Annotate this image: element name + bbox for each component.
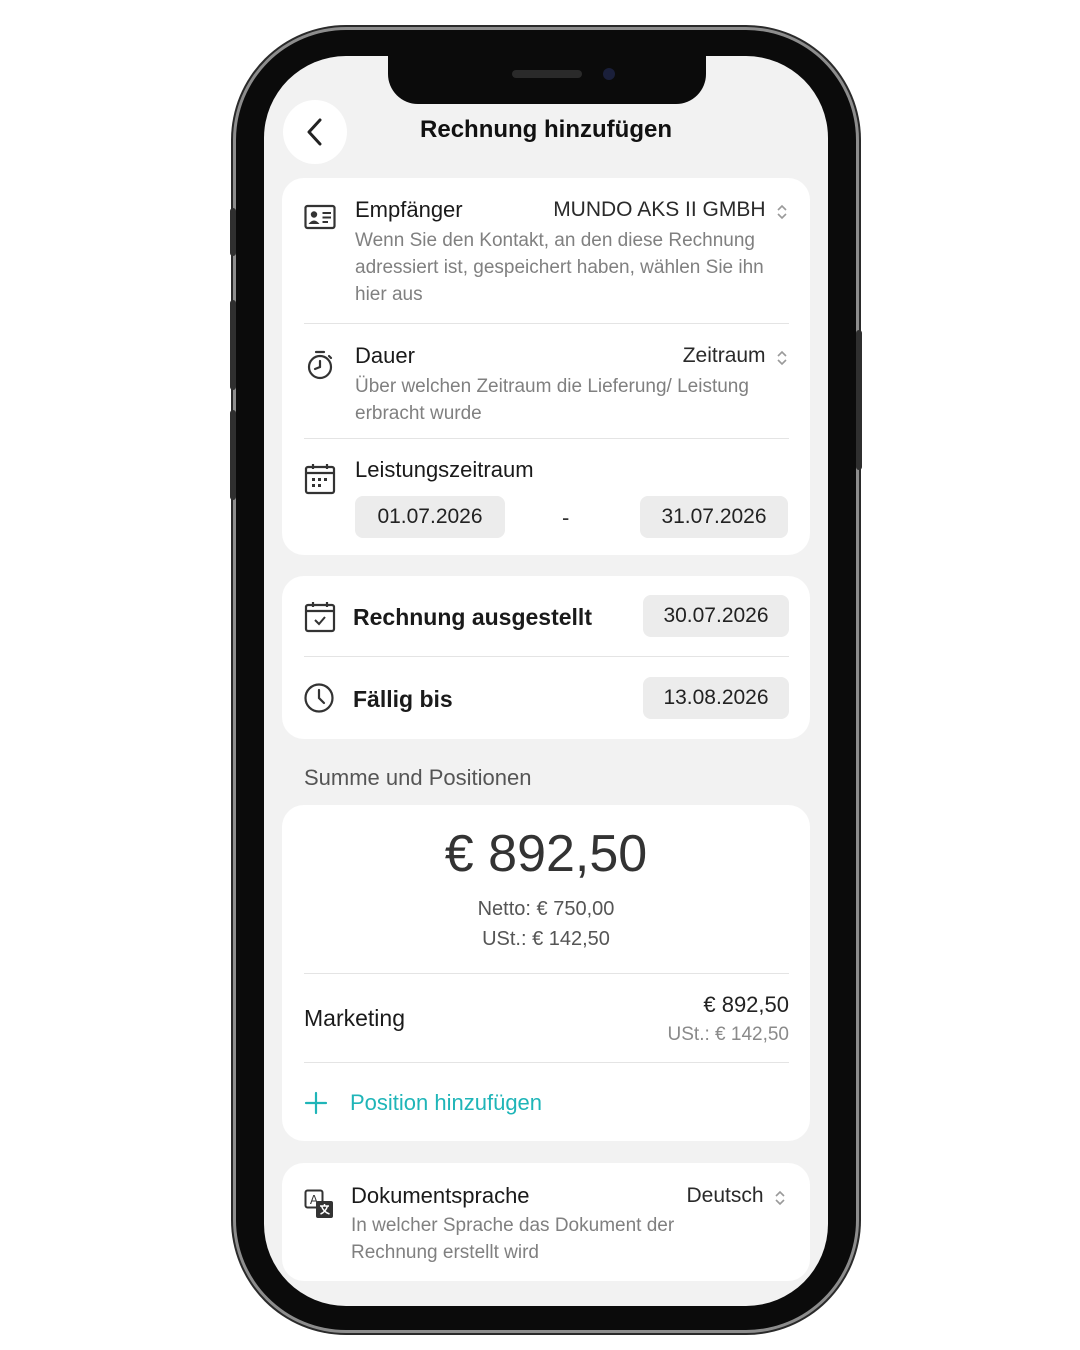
divider xyxy=(304,1062,789,1063)
volume-up-button xyxy=(230,300,236,390)
language-select[interactable]: Deutsch xyxy=(600,1184,786,1208)
duration-select[interactable]: Zeitraum xyxy=(560,344,788,368)
chevron-updown-icon xyxy=(775,1190,785,1205)
recipient-value: MUNDO AKS II GMBH xyxy=(553,198,766,221)
position-name: Marketing xyxy=(304,1005,405,1031)
earpiece-speaker xyxy=(512,70,582,78)
duration-label: Dauer xyxy=(355,343,415,368)
back-arrow-icon xyxy=(307,118,322,146)
net-amount: Netto: € 750,00 xyxy=(477,898,615,920)
page-title: Rechnung hinzufügen xyxy=(420,116,672,143)
issued-date[interactable]: 30.07.2026 xyxy=(643,595,789,637)
stopwatch-icon xyxy=(307,350,333,380)
plus-icon xyxy=(304,1091,328,1115)
power-button xyxy=(856,330,862,470)
notch xyxy=(388,56,706,104)
calendar-check-icon xyxy=(304,602,336,633)
volume-down-button xyxy=(230,410,236,500)
duration-value: Zeitraum xyxy=(682,344,766,367)
service-period-label: Leistungszeitraum xyxy=(355,457,534,482)
calendar-grid-icon xyxy=(304,464,336,495)
position-vat: USt.: € 142,50 xyxy=(667,1024,789,1045)
recipient-label: Empfänger xyxy=(355,197,463,222)
total-amount: € 892,50 xyxy=(444,825,648,883)
divider xyxy=(304,438,789,439)
contact-card-icon xyxy=(304,204,336,230)
front-camera xyxy=(603,68,615,80)
language-value: Deutsch xyxy=(686,1184,764,1207)
period-start-date[interactable]: 01.07.2026 xyxy=(355,496,505,538)
language-label: Dokumentsprache xyxy=(351,1183,530,1208)
period-end-date[interactable]: 31.07.2026 xyxy=(640,496,788,538)
section-title: Summe und Positionen xyxy=(304,765,532,790)
issued-label: Rechnung ausgestellt xyxy=(353,604,592,630)
position-amount: € 892,50 xyxy=(703,992,789,1017)
chevron-updown-icon xyxy=(777,350,787,365)
translate-icon: A xyxy=(304,1189,333,1218)
divider xyxy=(304,656,789,657)
due-label: Fällig bis xyxy=(353,686,453,712)
back-button[interactable] xyxy=(283,100,347,164)
recipient-select[interactable]: MUNDO AKS II GMBH xyxy=(520,198,788,222)
vat-amount: USt.: € 142,50 xyxy=(482,928,610,950)
mute-switch xyxy=(230,208,236,256)
duration-description: Über welchen Zeitraum die Lieferung/ Lei… xyxy=(355,376,749,424)
clock-icon xyxy=(304,683,334,713)
recipient-description: Wenn Sie den Kontakt, an den diese Rechn… xyxy=(355,230,764,305)
chevron-updown-icon xyxy=(777,204,787,219)
due-date[interactable]: 13.08.2026 xyxy=(643,677,789,719)
language-description: In welcher Sprache das Dokument der Rech… xyxy=(351,1215,675,1263)
period-separator: - xyxy=(562,505,570,530)
add-position-label: Position hinzufügen xyxy=(350,1090,543,1115)
